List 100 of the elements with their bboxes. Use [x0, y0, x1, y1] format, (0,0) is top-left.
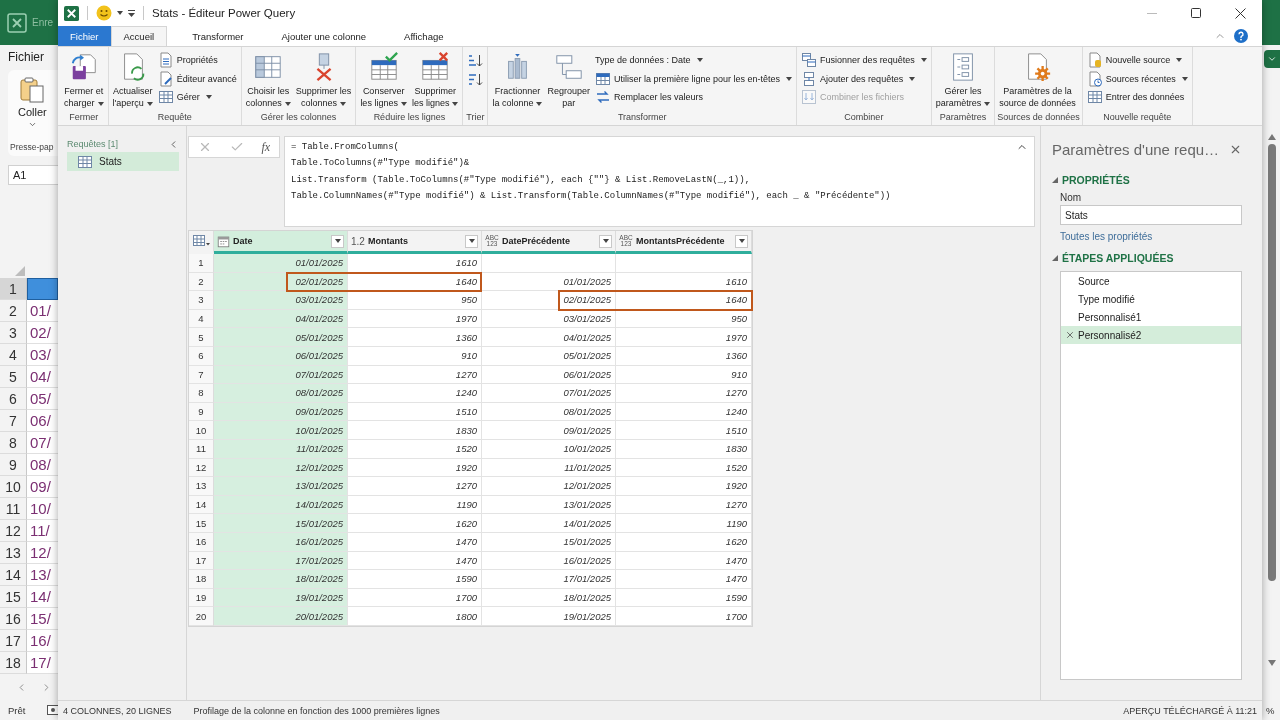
row-header[interactable]: 12: [0, 520, 27, 542]
ribbon-button[interactable]: Fractionner la colonne: [490, 50, 545, 109]
ribbon-tab[interactable]: Accueil: [110, 26, 168, 46]
sheet-cell[interactable]: 03/: [27, 344, 58, 366]
row-number: 1: [189, 254, 214, 273]
filter-dropdown-button[interactable]: [331, 234, 344, 248]
expand-triangle-icon[interactable]: [1052, 255, 1058, 261]
ribbon-button[interactable]: Sources récentes: [1084, 69, 1190, 88]
delete-icon[interactable]: [1065, 330, 1075, 341]
dropdown-button[interactable]: [1264, 50, 1280, 68]
sheet-cell[interactable]: 04/: [27, 366, 58, 388]
sheet-cell[interactable]: 16/: [27, 630, 58, 652]
row-header[interactable]: 4: [0, 344, 27, 366]
ribbon-button[interactable]: Choisir les colonnes: [243, 50, 293, 109]
row-header[interactable]: 1: [0, 278, 27, 300]
ribbon-button[interactable]: Conserver les lignes: [358, 50, 409, 109]
row-header[interactable]: 8: [0, 432, 27, 454]
ribbon-button[interactable]: Entrer des données: [1084, 88, 1190, 107]
sheet-cell[interactable]: 17/: [27, 652, 58, 674]
formula-field[interactable]: [284, 136, 1035, 227]
ribbon-button[interactable]: Nouvelle source: [1084, 51, 1190, 70]
maximize-icon: [1191, 8, 1201, 18]
sheet-cell[interactable]: 14/: [27, 586, 58, 608]
step-item[interactable]: Personnalisé1: [1061, 308, 1241, 327]
sheet-cell[interactable]: 05/: [27, 388, 58, 410]
ribbon-button[interactable]: Utiliser la première ligne pour les en-têtes: [593, 69, 795, 88]
filter-dropdown-button[interactable]: [599, 234, 612, 248]
filter-dropdown-button[interactable]: [465, 234, 478, 248]
row-header[interactable]: 16: [0, 608, 27, 630]
scroll-down-icon[interactable]: [1268, 660, 1276, 666]
step-item[interactable]: Personnalisé2: [1061, 326, 1241, 345]
ribbon-button[interactable]: Regrouper par: [545, 50, 592, 109]
insert-function-button[interactable]: fx: [261, 139, 271, 155]
row-header[interactable]: 13: [0, 542, 27, 564]
table-cell: 1270: [348, 477, 482, 496]
ribbon-button[interactable]: Supprimer les colonnes: [293, 50, 354, 109]
sheet-cell[interactable]: [27, 278, 58, 300]
ribbon-button[interactable]: Gérer: [155, 88, 239, 107]
help-icon[interactable]: [1234, 29, 1248, 43]
step-item[interactable]: Source: [1061, 273, 1241, 291]
ribbon-button[interactable]: Paramètres de la source de données: [997, 50, 1078, 109]
ribbon-button[interactable]: Remplacer les valeurs: [593, 88, 795, 107]
sheet-cell[interactable]: 09/: [27, 476, 58, 498]
name-box[interactable]: A1: [8, 165, 58, 185]
ribbon-button[interactable]: Supprimer les lignes: [409, 50, 461, 109]
file-tab[interactable]: Fichier: [58, 26, 111, 46]
section-heading: PROPRIÉTÉS: [1062, 174, 1130, 186]
sheet-cell[interactable]: 10/: [27, 498, 58, 520]
ribbon-button[interactable]: Propriétés: [155, 51, 239, 70]
all-properties-link[interactable]: Toutes les propriétés: [1060, 231, 1153, 242]
step-item[interactable]: Type modifié: [1061, 290, 1241, 309]
row-header[interactable]: 17: [0, 630, 27, 652]
ribbon-button[interactable]: Fermer et charger: [62, 50, 106, 109]
name-field[interactable]: Stats: [1060, 205, 1242, 225]
sheet-cell[interactable]: 07/: [27, 432, 58, 454]
smiley-icon[interactable]: [96, 5, 112, 21]
sheet-cell[interactable]: 01/: [27, 300, 58, 322]
sheet-cell[interactable]: 06/: [27, 410, 58, 432]
scroll-up-icon[interactable]: [1268, 134, 1276, 140]
row-header[interactable]: 11: [0, 498, 27, 520]
row-header[interactable]: 2: [0, 300, 27, 322]
filter-dropdown-button[interactable]: [735, 234, 748, 248]
ribbon-button[interactable]: Gérer les paramètres: [933, 50, 993, 109]
column-header[interactable]: 1.2 Montants: [348, 231, 482, 254]
row-header[interactable]: 6: [0, 388, 27, 410]
scrollbar-thumb[interactable]: [1268, 144, 1276, 581]
ribbon-button[interactable]: Éditeur avancé: [155, 69, 239, 88]
ribbon-button[interactable]: Fusionner des requêtes: [799, 51, 929, 70]
sheet-cell[interactable]: 13/: [27, 564, 58, 586]
ribbon-button[interactable]: Type de données : Date: [593, 51, 795, 70]
table-cell: 05/01/2025: [214, 328, 348, 347]
row-header[interactable]: 5: [0, 366, 27, 388]
sheet-cell[interactable]: 15/: [27, 608, 58, 630]
table-cell: 1510: [616, 421, 752, 440]
ribbon-button[interactable]: Ajouter des requêtes: [799, 69, 929, 88]
query-item[interactable]: Stats: [67, 152, 179, 171]
sheet-cell[interactable]: 11/: [27, 520, 58, 542]
row-header[interactable]: 14: [0, 564, 27, 586]
customize-menu-icon[interactable]: [128, 9, 135, 17]
type-label[interactable]: 1.2: [351, 235, 365, 247]
caret-icon[interactable]: [117, 11, 123, 15]
paste-button[interactable]: Coller: [10, 76, 47, 129]
profiling-button[interactable]: Profilage de la colonne en fonction des 1000 premières lignes: [193, 705, 440, 716]
sheet-cell[interactable]: 02/: [27, 322, 58, 344]
row-header[interactable]: 7: [0, 410, 27, 432]
record-icon[interactable]: [47, 704, 58, 716]
sheet-cell[interactable]: 08/: [27, 454, 58, 476]
expand-triangle-icon[interactable]: [1052, 177, 1058, 183]
ribbon-tab[interactable]: Fichier: [8, 49, 44, 64]
chevron-down-icon: [1267, 54, 1277, 64]
row-header[interactable]: 15: [0, 586, 27, 608]
sheet-cell[interactable]: 12/: [27, 542, 58, 564]
row-header[interactable]: 18: [0, 652, 27, 674]
ribbon-button[interactable]: Actualiser l'aperçu: [110, 50, 155, 109]
column-header[interactable]: Date: [214, 231, 348, 254]
row-header[interactable]: 3: [0, 322, 27, 344]
table-menu-icon[interactable]: [192, 235, 210, 247]
row-number: 5: [189, 328, 214, 347]
row-header[interactable]: 10: [0, 476, 27, 498]
row-header[interactable]: 9: [0, 454, 27, 476]
